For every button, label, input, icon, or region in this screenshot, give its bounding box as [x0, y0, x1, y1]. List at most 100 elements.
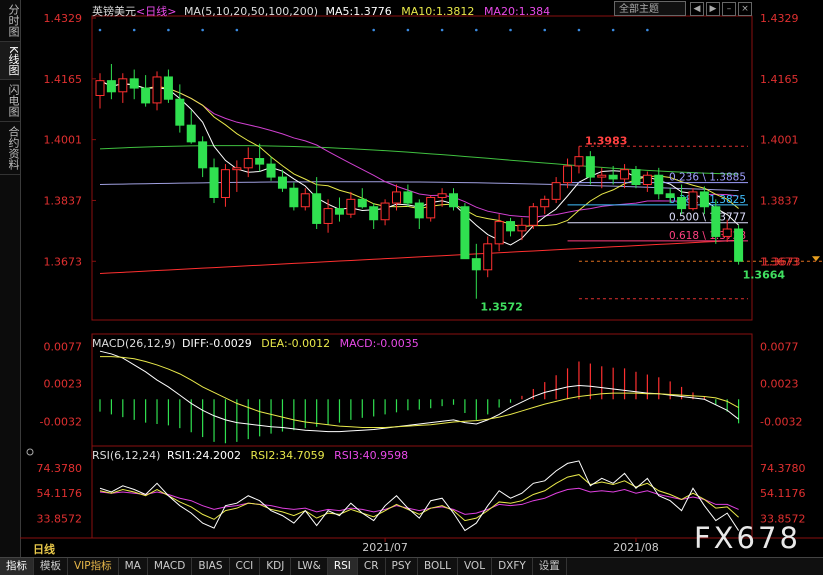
candle-body [494, 221, 504, 245]
candle-body [437, 193, 447, 198]
rsi-tick-left: 54.1176 [37, 487, 83, 500]
macd-diff: DIFF:-0.0029 [182, 337, 252, 350]
top-marker-dot [543, 28, 547, 32]
candle-body [277, 176, 287, 189]
price-tick-right: 1.4329 [760, 12, 799, 25]
candle-body [209, 167, 219, 198]
candle-body [654, 174, 664, 195]
sidebar-tab-2[interactable]: 闪电图 [0, 80, 20, 123]
indicator-tab-0[interactable]: 指标 [0, 558, 34, 575]
candle-body [95, 80, 105, 97]
high-annotation: 1.3983 [585, 134, 627, 147]
rsi-tick-right: 54.1176 [760, 487, 806, 500]
candle-body [540, 198, 550, 208]
indicator-tab-4[interactable]: MACD [148, 558, 193, 575]
chevron-right-icon[interactable]: ▶ [706, 2, 720, 16]
top-marker-dot [98, 28, 102, 32]
indicator-tab-5[interactable]: BIAS [192, 558, 230, 575]
candle-body [186, 124, 196, 143]
indicator-tab-10[interactable]: CR [358, 558, 386, 575]
top-marker-dot [235, 28, 239, 32]
candle-body [471, 258, 481, 271]
price-tick-left: 1.4329 [44, 12, 83, 25]
watermark: FX678 [694, 521, 801, 555]
rsi3-value: RSI3:40.9598 [334, 449, 409, 462]
candle-body [198, 141, 208, 169]
ma50-line [99, 145, 739, 175]
x-axis-label: 2021/08 [613, 541, 659, 554]
current-price-tag: 1.3673 [762, 255, 801, 268]
indicator-tab-1[interactable]: 模板 [34, 558, 68, 575]
candle-body [642, 174, 652, 186]
candle-body [620, 169, 630, 180]
indicator-tab-3[interactable]: MA [119, 558, 148, 575]
indicator-tab-13[interactable]: VOL [458, 558, 493, 575]
macd-header: MACD(26,12,9) DIFF:-0.0029 DEA:-0.0012 M… [92, 337, 419, 350]
candle-body [163, 76, 173, 100]
sidebar-tab-3[interactable]: 合约资料 [0, 122, 20, 176]
indicator-tab-14[interactable]: DXFY [492, 558, 533, 575]
candle-body [631, 169, 641, 186]
price-tick-right: 1.3837 [760, 194, 799, 207]
macd-tick-left: -0.0032 [40, 415, 82, 428]
indicator-tab-2[interactable]: VIP指标 [68, 558, 119, 575]
candle-body [414, 202, 424, 219]
macd-params: MACD(26,12,9) [92, 337, 176, 350]
chart-area[interactable]: 1.4329 1.4329 1.4165 1.4165 1.4001 1.4001 1.38… [20, 0, 823, 557]
rsi2-value: RSI2:34.7059 [250, 449, 325, 462]
candle-body [688, 191, 698, 210]
rsi-tick-left: 33.8572 [37, 512, 83, 525]
indicator-tab-6[interactable]: CCI [230, 558, 261, 575]
candle-body [734, 228, 744, 262]
indicator-tab-7[interactable]: KDJ [260, 558, 292, 575]
candle-body [118, 78, 128, 93]
macd-tick-left: 0.0023 [44, 377, 83, 390]
price-tick-left: 1.3837 [44, 194, 83, 207]
candle-body [460, 206, 470, 260]
macd-dea: DEA:-0.0012 [261, 337, 331, 350]
candle-body [289, 187, 299, 208]
period-label[interactable]: 日线 [33, 541, 55, 557]
top-marker-dot [509, 28, 512, 32]
fib-level-label: 0.236 \ 1.3885 [669, 172, 746, 184]
candle-body [346, 198, 356, 215]
candle-body [220, 169, 230, 198]
candle-body [266, 163, 276, 178]
macd-value: MACD:-0.0035 [339, 337, 419, 350]
price-tick-right: 1.4165 [760, 73, 799, 86]
chevron-left-icon[interactable]: ◀ [690, 2, 704, 16]
ma5-value: MA5:1.3776 [325, 5, 392, 18]
rsi-tick-right: 74.3780 [760, 462, 806, 475]
rsi1-value: RSI1:24.2002 [166, 449, 242, 462]
candle-body [323, 208, 333, 224]
period-tag: <日线> [136, 5, 177, 18]
indicator-tab-11[interactable]: PSY [386, 558, 418, 575]
candle-body [141, 87, 151, 104]
candle-body [711, 206, 721, 237]
macd-diff-line [99, 350, 739, 433]
candle-body [106, 80, 116, 93]
x-axis-label: 2021/07 [362, 541, 408, 554]
candle-body [699, 191, 709, 208]
current-price-arrow-icon [812, 256, 820, 262]
price-tick-left: 1.3673 [44, 255, 83, 268]
candle-body [585, 156, 595, 178]
sidebar-tab-1[interactable]: K线图 [0, 42, 20, 81]
top-marker-dot [577, 28, 581, 32]
theme-select[interactable]: 全部主题 [614, 1, 686, 16]
indicator-tab-bar: 指标 模板 VIP指标 MA MACD BIAS CCI KDJ LW& RSI CR PSY BOLL… [0, 557, 823, 575]
indicator-tab-12[interactable]: BOLL [418, 558, 458, 575]
indicator-tab-9[interactable]: RSI [327, 558, 358, 575]
top-marker-dot [167, 28, 170, 32]
sidebar: 分时图 K线图 闪电图 合约资料 [0, 0, 21, 560]
indicator-tab-8[interactable]: LW& [291, 558, 328, 575]
candle-body [300, 193, 310, 208]
indicator-tab-15[interactable]: 设置 [533, 558, 567, 575]
minimize-icon[interactable]: – [722, 2, 736, 16]
close-icon[interactable]: × [738, 2, 752, 16]
price-tick-right: 1.4001 [760, 134, 799, 147]
sidebar-tab-0[interactable]: 分时图 [0, 0, 20, 42]
top-marker-dot [475, 28, 478, 32]
ma-params: MA(5,10,20,50,100,200) [183, 5, 318, 18]
candle-body [483, 243, 493, 271]
